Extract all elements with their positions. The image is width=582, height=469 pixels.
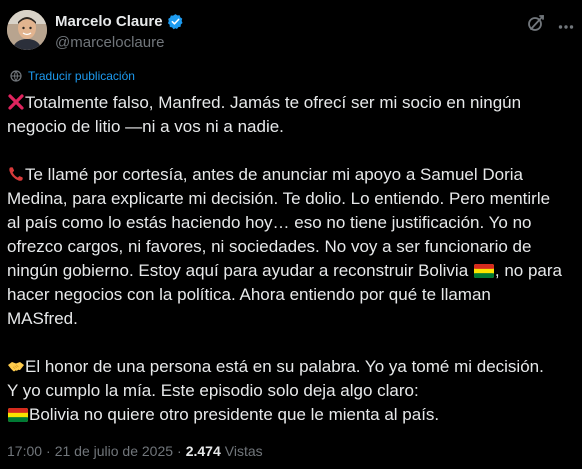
meta-separator: · [46,443,51,459]
author-display-name[interactable]: Marcelo Claure [55,13,163,30]
tweet-time[interactable]: 17:00 [7,443,42,459]
meta-separator: · [177,443,182,459]
tweet-paragraph-1: Totalmente falso, Manfred. Jamás te ofre… [7,91,575,139]
author-handle[interactable]: @marceloclaure [55,34,164,51]
tweet-paragraph-1-text: Totalmente falso, Manfred. Jamás te ofre… [7,93,522,136]
views-label: Vistas [224,443,263,459]
name-row: Marcelo Claure [55,13,184,30]
avatar[interactable] [7,10,47,50]
tweet-paragraph-2-text-a: Te llamé por cortesía, antes de anunciar… [7,165,551,280]
handshake-icon [7,357,25,375]
tweet-header: Marcelo Claure @marceloclaure [7,10,575,54]
bolivia-flag-icon [473,261,494,278]
verified-badge-icon[interactable] [167,13,184,30]
bolivia-flag-icon [8,405,28,422]
tweet-paragraph-3-text-b: Bolivia no quiere otro presidente que le… [29,405,440,424]
translate-label[interactable]: Traducir publicación [28,69,135,83]
grok-icon[interactable] [526,13,546,33]
cross-mark-icon [7,93,25,111]
more-options-icon[interactable] [558,18,574,29]
telephone-receiver-icon [7,165,25,183]
tweet-text: Totalmente falso, Manfred. Jamás te ofre… [7,91,575,427]
tweet-date[interactable]: 21 de julio de 2025 [55,443,173,459]
views-count: 2.474 [185,443,221,459]
tweet-paragraph-2: Te llamé por cortesía, antes de anunciar… [7,163,575,331]
tweet-meta: 17:00 · 21 de julio de 2025 · 2.474 Vist… [7,443,263,459]
translate-post-link[interactable]: Traducir publicación [10,69,135,83]
globe-translate-icon [10,70,22,82]
tweet-paragraph-3-text: El honor de una persona está en su palab… [7,357,544,400]
tweet-paragraph-3: El honor de una persona está en su palab… [7,355,575,427]
